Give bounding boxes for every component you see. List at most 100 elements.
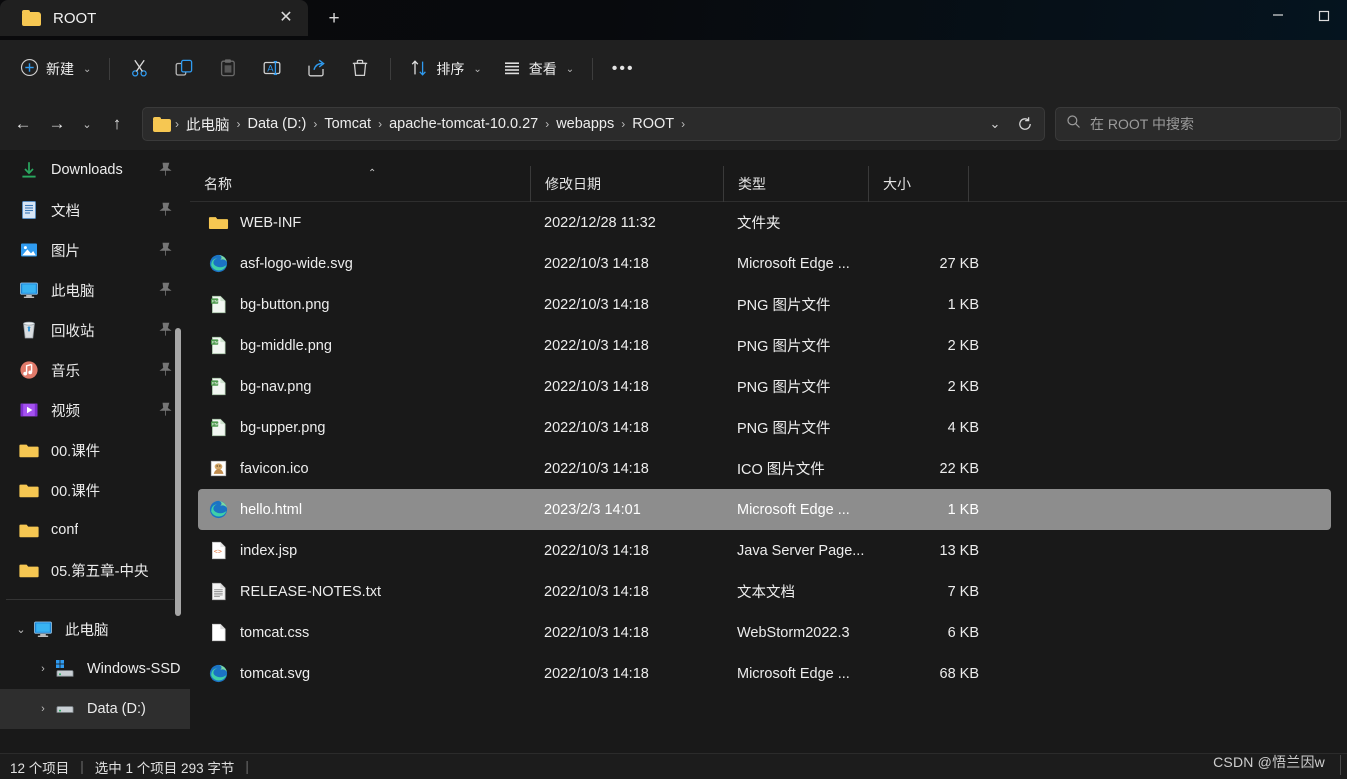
sidebar-item-music[interactable]: 音乐 <box>0 350 190 390</box>
sidebar-tree-this-pc[interactable]: ⌄ 此电脑 <box>0 609 190 649</box>
table-row[interactable]: tomcat.svg 2022/10/3 14:18 Microsoft Edge … <box>198 653 1331 694</box>
chevron-down-icon[interactable]: ⌄ <box>980 109 1010 139</box>
sidebar-item-label: 00.课件 <box>51 443 101 460</box>
table-row[interactable]: PNG bg-upper.png 2022/10/3 14:18 PNG 图片文件 4 … <box>198 407 1331 448</box>
file-type: Microsoft Edge ... <box>737 665 850 682</box>
sidebar-item-folder-3[interactable]: 05.第五章-中央 <box>0 550 190 590</box>
table-row[interactable]: asf-logo-wide.svg 2022/10/3 14:18 Microsof… <box>198 243 1331 284</box>
file-name-cell: RELEASE-NOTES.txt <box>198 581 544 602</box>
file-date: 2022/10/3 14:18 <box>544 419 649 436</box>
column-header-type[interactable]: 类型 <box>723 165 868 202</box>
search-input[interactable]: 在 ROOT 中搜索 <box>1055 107 1341 141</box>
breadcrumb-item[interactable]: Tomcat <box>319 113 376 135</box>
maximize-button[interactable] <box>1301 0 1347 22</box>
column-label: 类型 <box>738 175 766 192</box>
sort-ascending-icon: ⌃ <box>368 167 377 179</box>
table-row[interactable]: PNG bg-nav.png 2022/10/3 14:18 PNG 图片文件 2 KB <box>198 366 1331 407</box>
chevron-right-icon[interactable]: › <box>32 663 54 675</box>
sidebar-item-pictures[interactable]: 图片 <box>0 230 190 270</box>
sidebar-item-documents[interactable]: 文档 <box>0 190 190 230</box>
recent-locations-button[interactable]: ⌄ <box>74 107 100 141</box>
file-name-cell: PNG bg-upper.png <box>198 417 544 438</box>
video-icon <box>18 399 40 421</box>
new-button[interactable]: 新建 ⌄ <box>10 51 101 87</box>
sidebar-divider <box>6 599 174 600</box>
column-header-name[interactable]: 名称 ⌃ <box>190 166 530 202</box>
sidebar-item-folder-2[interactable]: 00.课件 <box>0 470 190 510</box>
file-name-cell: PNG bg-button.png <box>198 294 544 315</box>
sidebar-tree-data-d[interactable]: › Data (D:) <box>0 689 190 729</box>
breadcrumb-item[interactable]: apache-tomcat-10.0.27 <box>384 113 543 135</box>
file-name-cell: PNG bg-nav.png <box>198 376 544 397</box>
window-controls <box>1255 0 1347 22</box>
breadcrumb-item[interactable]: Data (D:) <box>243 113 312 135</box>
sidebar-item-conf[interactable]: conf <box>0 510 190 550</box>
ellipsis-icon: ••• <box>611 60 635 77</box>
file-size: 1 KB <box>947 296 979 313</box>
share-button[interactable] <box>294 51 338 87</box>
file-size: 13 KB <box>939 542 980 559</box>
column-header-size[interactable]: 大小 <box>868 165 968 202</box>
watermark: CSDN @悟兰因w <box>1213 754 1325 770</box>
column-label: 大小 <box>883 175 911 192</box>
paste-button[interactable] <box>206 51 250 87</box>
status-end-divider <box>1340 755 1341 775</box>
sidebar-tree-windows-ssd[interactable]: › Windows-SSD <box>0 649 190 689</box>
file-name-cell: favicon.ico <box>198 458 544 479</box>
table-row[interactable]: PNG bg-middle.png 2022/10/3 14:18 PNG 图片文件 2… <box>198 325 1331 366</box>
more-options-button[interactable]: ••• <box>601 51 645 87</box>
pin-icon <box>159 282 172 297</box>
edge-icon <box>208 499 229 520</box>
search-placeholder: 在 ROOT 中搜索 <box>1090 116 1194 132</box>
sidebar-item-label: Data (D:) <box>87 701 146 717</box>
table-row[interactable]: hello.html 2023/2/3 14:01 Microsoft Edge .… <box>198 489 1331 530</box>
breadcrumb-separator: › <box>681 117 686 131</box>
rename-button[interactable]: A <box>250 51 294 87</box>
this-pc-icon <box>18 279 40 301</box>
table-row[interactable]: WEB-INF 2022/12/28 11:32 文件夹 <box>198 202 1331 243</box>
blank-icon <box>208 622 229 643</box>
file-type: PNG 图片文件 <box>737 421 831 437</box>
column-header-date[interactable]: 修改日期 <box>530 165 723 202</box>
sidebar-item-recycle-bin[interactable]: 回收站 <box>0 310 190 350</box>
copy-button[interactable] <box>162 51 206 87</box>
new-tab-button[interactable]: + <box>318 3 350 33</box>
sort-button[interactable]: 排序 ⌄ <box>399 51 491 87</box>
pin-icon <box>159 322 172 337</box>
table-row[interactable]: tomcat.css 2022/10/3 14:18 WebStorm2022.3 6… <box>198 612 1331 653</box>
chevron-right-icon[interactable]: › <box>32 703 54 715</box>
download-icon <box>18 159 40 181</box>
sidebar-item-downloads[interactable]: Downloads <box>0 150 190 190</box>
file-name-cell: WEB-INF <box>198 212 544 233</box>
folder-icon <box>18 479 40 501</box>
refresh-icon[interactable] <box>1010 109 1040 139</box>
delete-button[interactable] <box>338 51 382 87</box>
sidebar-scrollbar[interactable] <box>175 328 181 616</box>
sidebar-item-label: 图片 <box>51 243 80 260</box>
tab-root[interactable]: ROOT ✕ <box>0 0 308 36</box>
sidebar-item-folder-1[interactable]: 00.课件 <box>0 430 190 470</box>
view-button[interactable]: 查看 ⌄ <box>492 51 584 87</box>
table-row[interactable]: <> index.jsp 2022/10/3 14:18 Java Server Pa… <box>198 530 1331 571</box>
chevron-down-icon[interactable]: ⌄ <box>10 623 32 636</box>
breadcrumb-separator: › <box>175 117 179 131</box>
breadcrumb-item[interactable]: 此电脑 <box>181 111 235 138</box>
up-button[interactable]: ↑ <box>100 107 134 141</box>
table-row[interactable]: RELEASE-NOTES.txt 2022/10/3 14:18 文本文档 7 KB <box>198 571 1331 612</box>
breadcrumb-item[interactable]: ROOT <box>627 113 679 135</box>
breadcrumb[interactable]: › 此电脑 › Data (D:) › Tomcat › apache-tomc… <box>142 107 1045 141</box>
sidebar-item-this-pc[interactable]: 此电脑 <box>0 270 190 310</box>
back-button[interactable]: ← <box>6 107 40 141</box>
svg-text:PNG: PNG <box>212 380 221 385</box>
forward-button[interactable]: → <box>40 107 74 141</box>
cut-button[interactable] <box>118 51 162 87</box>
table-row[interactable]: PNG bg-button.png 2022/10/3 14:18 PNG 图片文件 1… <box>198 284 1331 325</box>
minimize-button[interactable] <box>1255 0 1301 22</box>
table-row[interactable]: favicon.ico 2022/10/3 14:18 ICO 图片文件 22 KB <box>198 448 1331 489</box>
sidebar-item-videos[interactable]: 视频 <box>0 390 190 430</box>
breadcrumb-item[interactable]: webapps <box>551 113 619 135</box>
column-header-extra[interactable] <box>968 165 1068 202</box>
file-list-pane: 名称 ⌃ 修改日期 类型 大小 WEB-INF 2022/12/28 11:32 文… <box>190 150 1347 753</box>
close-icon[interactable]: ✕ <box>272 5 300 31</box>
file-date: 2022/10/3 14:18 <box>544 296 649 313</box>
